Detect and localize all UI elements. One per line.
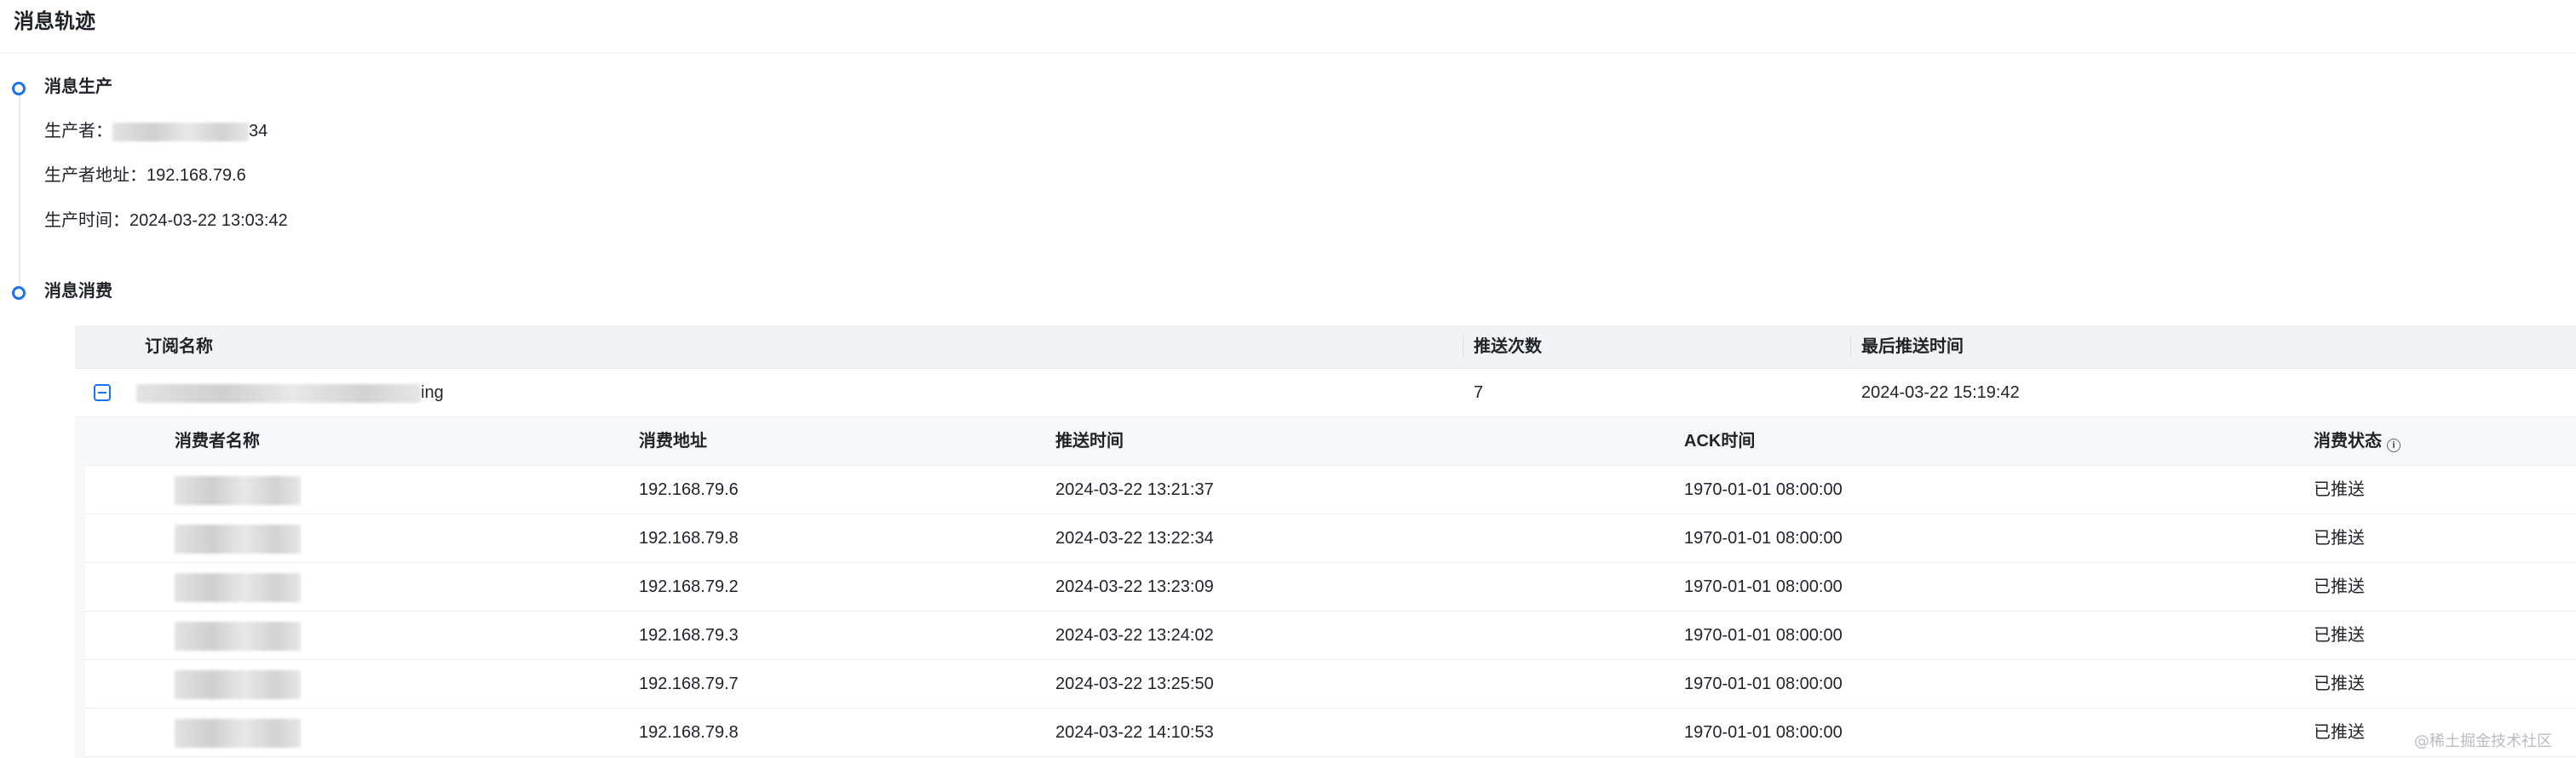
redacted-subscription-name (136, 383, 421, 403)
redacted-consumer-name (175, 669, 301, 699)
consumer-address: 192.168.79.8 (639, 529, 739, 548)
consumer-name (175, 466, 301, 514)
column-header-consume-status: 消费状态 i (2314, 417, 2401, 465)
push-time: 2024-03-22 13:23:09 (1055, 577, 1214, 596)
column-header-consumer-name: 消费者名称 (175, 432, 260, 451)
consume-status: 已推送 (2314, 529, 2365, 548)
producer-address-label: 生产者地址： (44, 166, 147, 185)
timeline-line (19, 95, 20, 291)
subscription-name: ing (136, 369, 444, 416)
consumer-row: 192.168.79.2 2024-03-22 13:23:09 1970-01… (85, 563, 2576, 612)
producer-address-value: 192.168.79.6 (147, 166, 246, 185)
producer-label: 生产者： (44, 122, 112, 141)
redacted-consumer-name (175, 718, 301, 748)
column-header-subscription-name: 订阅名称 (145, 337, 213, 356)
column-header-consumer-address: 消费地址 (639, 432, 707, 451)
subscription-name-suffix: ing (421, 383, 444, 402)
consumer-name (175, 563, 301, 611)
title-divider (0, 53, 2576, 54)
consumer-address: 192.168.79.7 (639, 675, 739, 693)
expanded-row-content: 消费者名称 消费地址 推送时间 ACK时间 消费状态 i 192.168.79.6… (75, 417, 2576, 758)
subscription-table-header: 订阅名称 推送次数 最后推送时间 (75, 325, 2576, 369)
producer-value-suffix: 34 (249, 122, 268, 141)
producer-row: 生产者： 34 (44, 118, 267, 145)
consumption-section-title: 消息消费 (44, 282, 112, 301)
column-header-last-push-time: 最后推送时间 (1861, 337, 1964, 356)
consumer-row: 192.168.79.7 2024-03-22 13:25:50 1970-01… (85, 660, 2576, 709)
consumer-address: 192.168.79.3 (639, 626, 739, 645)
subscription-table: 订阅名称 推送次数 最后推送时间 ing 7 2024-03-22 15:19:… (75, 325, 2576, 758)
producer-address-row: 生产者地址：192.168.79.6 (44, 162, 246, 189)
consume-status-label: 消费状态 (2314, 432, 2382, 451)
collapse-row-icon[interactable] (94, 384, 111, 401)
column-header-ack-time: ACK时间 (1684, 432, 1756, 451)
consumer-row: 192.168.79.3 2024-03-22 13:24:02 1970-01… (85, 612, 2576, 660)
produce-time-row: 生产时间：2024-03-22 13:03:42 (44, 207, 288, 234)
consumer-name (175, 612, 301, 659)
produce-time-value: 2024-03-22 13:03:42 (129, 211, 288, 230)
column-header-push-time: 推送时间 (1055, 432, 1124, 451)
ack-time: 1970-01-01 08:00:00 (1684, 480, 1843, 499)
column-header-push-count: 推送次数 (1474, 337, 1542, 356)
push-time: 2024-03-22 13:24:02 (1055, 626, 1214, 645)
last-push-time: 2024-03-22 15:19:42 (1861, 383, 2020, 402)
ack-time: 1970-01-01 08:00:00 (1684, 723, 1843, 742)
consume-status: 已推送 (2314, 626, 2365, 645)
timeline-dot-production (12, 82, 26, 95)
consumer-row: 192.168.79.8 2024-03-22 14:10:53 1970-01… (85, 709, 2576, 757)
ack-time: 1970-01-01 08:00:00 (1684, 626, 1843, 645)
subscription-row[interactable]: ing 7 2024-03-22 15:19:42 (75, 369, 2576, 417)
push-count: 7 (1474, 383, 1484, 402)
ack-time: 1970-01-01 08:00:00 (1684, 675, 1843, 693)
consumer-address: 192.168.79.8 (639, 723, 739, 742)
redacted-consumer-name (175, 621, 301, 651)
push-time: 2024-03-22 13:21:37 (1055, 480, 1214, 499)
consume-status: 已推送 (2314, 577, 2365, 596)
consumer-address: 192.168.79.2 (639, 577, 739, 596)
consumer-table-header: 消费者名称 消费地址 推送时间 ACK时间 消费状态 i (85, 417, 2576, 466)
consumer-name (175, 514, 301, 562)
watermark: @稀土掘金技术社区 (2414, 732, 2552, 750)
consumer-row: 192.168.79.8 2024-03-22 13:22:34 1970-01… (85, 514, 2576, 563)
redacted-consumer-name (175, 572, 301, 602)
redacted-consumer-name (175, 475, 301, 505)
redacted-consumer-name (175, 524, 301, 554)
consume-status: 已推送 (2314, 480, 2365, 499)
column-separator (1850, 336, 1851, 358)
consumer-name (175, 709, 301, 756)
consumer-row: 192.168.79.6 2024-03-22 13:21:37 1970-01… (85, 466, 2576, 514)
push-time: 2024-03-22 14:10:53 (1055, 723, 1214, 742)
consumer-address: 192.168.79.6 (639, 480, 739, 499)
page-title: 消息轨迹 (14, 10, 95, 33)
consume-status: 已推送 (2314, 675, 2365, 693)
push-time: 2024-03-22 13:25:50 (1055, 675, 1214, 693)
timeline-dot-consumption (12, 286, 26, 300)
redacted-producer-name (112, 122, 249, 141)
produce-time-label: 生产时间： (44, 211, 129, 230)
consume-status: 已推送 (2314, 723, 2365, 742)
consumer-name (175, 660, 301, 708)
ack-time: 1970-01-01 08:00:00 (1684, 577, 1843, 596)
ack-time: 1970-01-01 08:00:00 (1684, 529, 1843, 548)
info-icon[interactable]: i (2387, 439, 2401, 452)
push-time: 2024-03-22 13:22:34 (1055, 529, 1214, 548)
production-section-title: 消息生产 (44, 78, 112, 96)
consumer-table: 消费者名称 消费地址 推送时间 ACK时间 消费状态 i 192.168.79.6… (85, 417, 2576, 758)
